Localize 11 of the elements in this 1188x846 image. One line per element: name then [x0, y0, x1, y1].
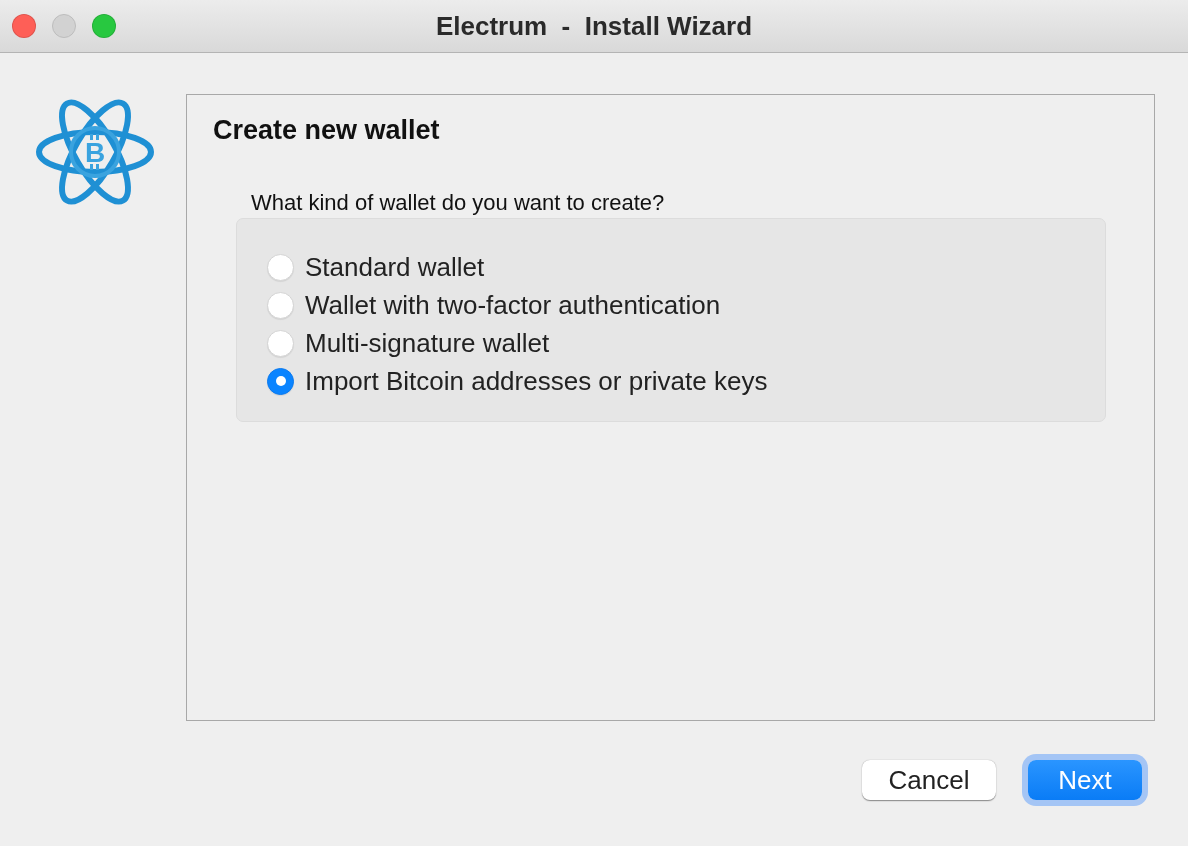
cancel-button[interactable]: Cancel: [862, 760, 996, 800]
radio-button[interactable]: [267, 367, 294, 395]
page-heading: Create new wallet: [213, 115, 441, 146]
window-title: Electrum - Install Wizard: [435, 10, 753, 42]
option-label: Wallet with two-factor authentication: [305, 289, 721, 321]
question-label: What kind of wallet do you want to create?: [251, 190, 666, 216]
option-label: Import Bitcoin addresses or private keys: [305, 365, 768, 397]
option-label: Multi-signature wallet: [305, 327, 550, 359]
option-label: Standard wallet: [305, 251, 485, 283]
window-zoom-icon[interactable]: [92, 14, 116, 38]
window-close-icon[interactable]: [12, 14, 36, 38]
